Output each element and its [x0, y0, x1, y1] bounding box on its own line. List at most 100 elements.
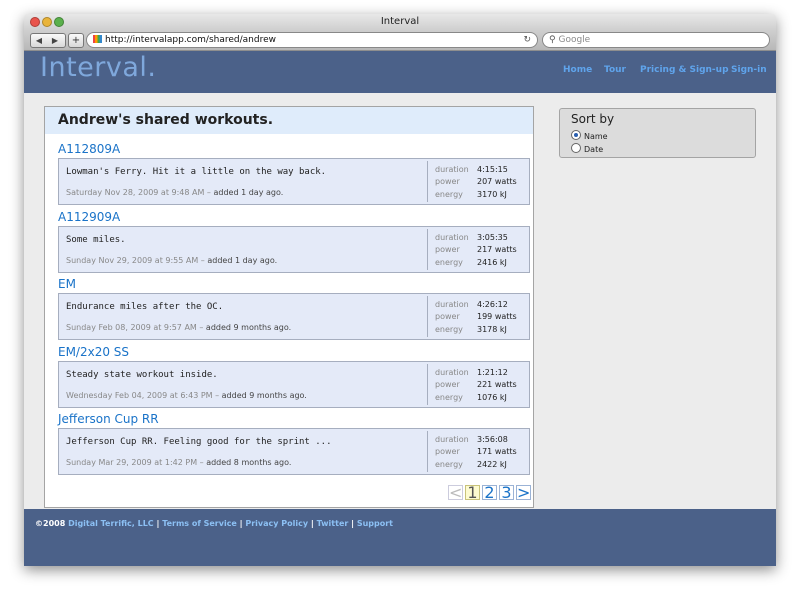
minimize-window-icon[interactable]	[42, 17, 52, 27]
workout-meta: Sunday Nov 29, 2009 at 9:55 AM – added 1…	[66, 256, 277, 265]
nav-pricing-link[interactable]: Pricing & Sign-up	[640, 65, 729, 75]
workouts-panel: Andrew's shared workouts. A112809A Lowman…	[44, 106, 534, 508]
stat-label: duration	[435, 367, 469, 377]
page-content: Andrew's shared workouts. A112809A Lowman…	[24, 93, 776, 509]
pager-page-button[interactable]: 2	[482, 485, 497, 501]
workout-stats: duration 4:26:12 power 199 watts energy 3178 …	[427, 296, 528, 337]
stat-value: 4:26:12	[477, 300, 508, 309]
site-header: Interval. Home Tour Pricing & Sign-up Si…	[24, 51, 776, 93]
workout-added: added 1 day ago.	[207, 255, 278, 265]
reload-icon[interactable]: ↻	[523, 33, 531, 47]
stat-label: power	[435, 244, 460, 254]
footer-links: ©2008 Digital Terrific, LLC | Terms of S…	[35, 519, 393, 528]
workout-card[interactable]: Jefferson Cup RR. Feeling good for the s…	[58, 428, 530, 475]
stat-energy: energy 3178 kJ	[435, 325, 507, 334]
zoom-window-icon[interactable]	[54, 17, 64, 27]
terms-link[interactable]: Terms of Service	[162, 519, 237, 528]
sort-option-label: Date	[584, 145, 604, 154]
add-bookmark-icon[interactable]: +	[68, 33, 84, 48]
stat-energy: energy 2416 kJ	[435, 258, 507, 267]
search-field[interactable]: ⚲ Google	[542, 32, 770, 48]
workout-date: Sunday Mar 29, 2009 at 1:42 PM	[66, 458, 198, 467]
stat-label: duration	[435, 300, 469, 309]
stat-duration: duration 4:15:15	[435, 165, 508, 174]
workout-description: Endurance miles after the OC.	[66, 302, 224, 312]
close-window-icon[interactable]	[30, 17, 40, 27]
workout-stats: duration 3:05:35 power 217 watts energy 2416 …	[427, 228, 528, 270]
copyright-text: ©2008	[35, 519, 66, 528]
nav-tour-link[interactable]: Tour	[604, 65, 626, 75]
meta-separator: –	[197, 458, 207, 467]
stat-value: 1:21:12	[477, 367, 508, 377]
workout-description: Lowman's Ferry. Hit it a little on the w…	[66, 167, 327, 177]
meta-separator: –	[198, 255, 208, 265]
sort-option-date[interactable]: Date	[571, 143, 603, 154]
url-text: http://intervalapp.com/shared/andrew	[105, 35, 276, 45]
radio-unselected-icon[interactable]	[571, 143, 581, 153]
workout-card[interactable]: Some miles. Sunday Nov 29, 2009 at 9:55 A…	[58, 225, 530, 273]
nav-home-link[interactable]: Home	[563, 65, 592, 75]
search-icon: ⚲	[549, 35, 556, 45]
address-bar[interactable]: http://intervalapp.com/shared/andrew ↻	[86, 32, 538, 48]
workout-stats: duration 4:15:15 power 207 watts energy 3170 …	[427, 161, 528, 202]
meta-separator: –	[212, 390, 222, 400]
stat-value: 4:15:15	[477, 165, 508, 174]
stat-value: 207 watts	[477, 177, 517, 186]
workout-title-link[interactable]: EM/2x20 SS	[58, 345, 129, 359]
workout-card[interactable]: Steady state workout inside. Wednesday Fe…	[58, 360, 530, 408]
stat-power: power 171 watts	[435, 447, 517, 456]
workout-title-link[interactable]: EM	[58, 277, 76, 291]
pager-prev-button[interactable]: <	[448, 485, 463, 501]
workout-card[interactable]: Endurance miles after the OC. Sunday Feb …	[58, 293, 530, 340]
footer-divider: |	[153, 519, 163, 528]
stat-label: energy	[435, 257, 463, 267]
stat-energy: energy 3170 kJ	[435, 190, 507, 199]
sort-panel: Sort by Name Date	[559, 108, 756, 158]
footer-divider: |	[348, 519, 357, 528]
workout-date: Saturday Nov 28, 2009 at 9:48 AM	[66, 188, 205, 197]
workout-stats: duration 3:56:08 power 171 watts energy 2422 …	[427, 431, 528, 472]
company-link[interactable]: Digital Terrific, LLC	[68, 519, 154, 528]
twitter-link[interactable]: Twitter	[317, 519, 349, 528]
nav-signin-link[interactable]: Sign-in	[731, 65, 767, 75]
stat-label: energy	[435, 325, 463, 334]
search-placeholder: Google	[558, 35, 591, 45]
stat-power: power 207 watts	[435, 177, 517, 186]
site-logo[interactable]: Interval.	[40, 52, 156, 83]
title-bar: Interval	[24, 14, 776, 30]
stat-power: power 217 watts	[435, 245, 517, 254]
privacy-link[interactable]: Privacy Policy	[245, 519, 308, 528]
workout-title-link[interactable]: Jefferson Cup RR	[58, 412, 159, 426]
workout-date: Sunday Feb 08, 2009 at 9:57 AM	[66, 323, 197, 332]
stat-label: energy	[435, 190, 463, 199]
stat-label: duration	[435, 232, 469, 242]
stat-duration: duration 1:21:12	[435, 368, 508, 377]
support-link[interactable]: Support	[357, 519, 393, 528]
workout-title-link[interactable]: A112809A	[58, 142, 120, 156]
sort-option-name[interactable]: Name	[571, 130, 608, 141]
workout-added: added 8 months ago.	[206, 458, 292, 467]
workout-meta: Sunday Feb 08, 2009 at 9:57 AM – added 9…	[66, 323, 291, 332]
pager-page-button[interactable]: 1	[465, 485, 480, 501]
pager-page-button[interactable]: 3	[499, 485, 514, 501]
stat-label: power	[435, 447, 460, 456]
radio-selected-icon[interactable]	[571, 130, 581, 140]
workout-title-link[interactable]: A112909A	[58, 210, 120, 224]
workout-description: Steady state workout inside.	[66, 369, 218, 380]
stat-value: 2422 kJ	[477, 460, 507, 469]
workout-description: Some miles.	[66, 234, 126, 245]
window-title: Interval	[380, 16, 420, 27]
pager-next-button[interactable]: >	[516, 485, 531, 501]
workout-meta: Saturday Nov 28, 2009 at 9:48 AM – added…	[66, 188, 283, 197]
sort-title: Sort by	[571, 112, 615, 126]
workout-description: Jefferson Cup RR. Feeling good for the s…	[66, 437, 332, 447]
stat-energy: energy 2422 kJ	[435, 460, 507, 469]
workout-date: Wednesday Feb 04, 2009 at 6:43 PM	[66, 390, 213, 400]
workout-card[interactable]: Lowman's Ferry. Hit it a little on the w…	[58, 158, 530, 205]
stat-label: duration	[435, 435, 469, 444]
workout-stats: duration 1:21:12 power 221 watts energy 1076 …	[427, 363, 528, 405]
back-arrow-icon[interactable]: ◀	[31, 34, 47, 47]
stat-value: 171 watts	[477, 447, 517, 456]
stat-label: power	[435, 177, 460, 186]
forward-arrow-icon[interactable]: ▶	[47, 34, 63, 47]
